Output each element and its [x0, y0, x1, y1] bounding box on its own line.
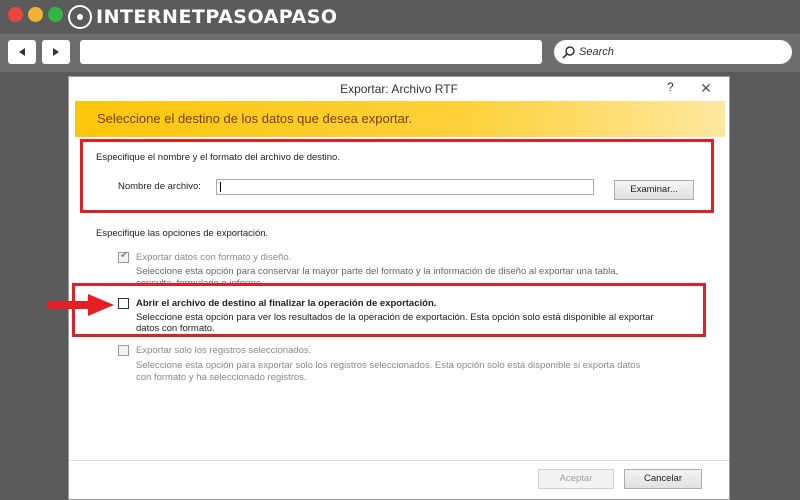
help-button[interactable]: ?: [667, 80, 674, 94]
arrow-right-icon: [53, 48, 59, 56]
export-selected-records-label: Exportar solo los registros seleccionado…: [136, 345, 312, 356]
search-icon: [562, 46, 575, 59]
arrow-right-icon: [48, 294, 114, 316]
export-with-formatting-checkbox[interactable]: ✔: [118, 250, 129, 263]
back-button[interactable]: [8, 40, 36, 64]
dialog-footer-divider: [69, 460, 729, 461]
search-label: Search: [579, 46, 614, 58]
close-dialog-button[interactable]: ✕: [691, 80, 721, 97]
site-logo: INTERNETPASOAPASO: [68, 4, 338, 30]
export-selected-records-desc: Seleccione esta opción para exportar sol…: [136, 360, 641, 371]
cancel-button[interactable]: Cancelar: [624, 469, 702, 489]
export-with-formatting-label: Exportar datos con formato y diseño.: [136, 252, 292, 263]
browser-toolbar: Search: [0, 34, 800, 72]
export-selected-records-desc-2: con formato y ha seleccionado registros.: [136, 372, 307, 383]
forward-button[interactable]: [42, 40, 70, 64]
export-with-formatting-desc: Seleccione esta opción para conservar la…: [136, 266, 619, 277]
accept-button[interactable]: Aceptar: [538, 469, 614, 489]
options-section-heading: Especifique las opciones de exportación.: [96, 228, 269, 239]
logo-badge-icon: [68, 5, 92, 29]
dialog-title-bar: Exportar: Archivo RTF ? ✕: [69, 77, 729, 101]
logo-text: INTERNETPASOAPASO: [96, 6, 338, 28]
highlight-box-filename: [80, 139, 714, 213]
minimize-window-icon[interactable]: [28, 7, 43, 22]
address-bar[interactable]: [80, 40, 542, 64]
browser-title-bar: INTERNETPASOAPASO: [0, 0, 800, 34]
checkmark-icon: ✔: [120, 250, 129, 261]
instruction-banner: Seleccione el destino de los datos que d…: [75, 101, 725, 137]
export-selected-records-checkbox[interactable]: [118, 345, 129, 356]
banner-text: Seleccione el destino de los datos que d…: [97, 111, 413, 126]
close-window-icon[interactable]: [8, 7, 23, 22]
dialog-title: Exportar: Archivo RTF: [340, 82, 458, 96]
search-input[interactable]: Search: [554, 40, 792, 64]
arrow-left-icon: [19, 48, 25, 56]
maximize-window-icon[interactable]: [48, 7, 63, 22]
highlight-box-open-file: [72, 283, 706, 337]
